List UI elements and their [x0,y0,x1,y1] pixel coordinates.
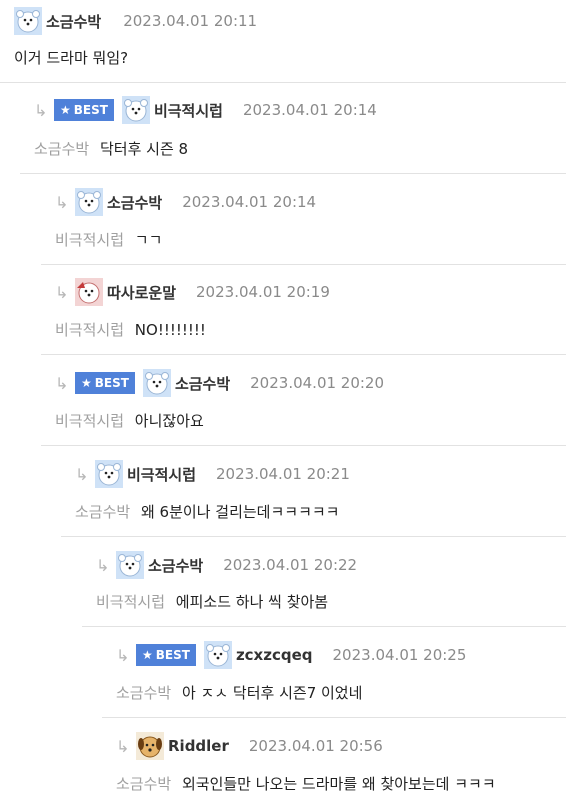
comment-header: ↳ ★ BEST 소금수박 2023.04.01 20:20 [55,368,384,398]
comment-body: 비극적시럽 에피소드 하나 씩 찾아봄 [96,591,328,612]
comment-body: 비극적시럽 아니잖아요 [55,410,204,431]
comment-header: ↳ Riddler 2023.04.01 20:56 [116,731,383,761]
avatar[interactable] [136,732,164,760]
comment-date: 2023.04.01 20:56 [248,737,383,755]
avatar[interactable] [95,460,123,488]
comment-text: 왜 6분이나 걸리는데ㅋㅋㅋㅋㅋ [140,503,340,521]
best-badge: ★ BEST [54,99,114,121]
comment-item: ↳ ★ BEST zcxzcqeq 2023.04.01 20:25 소금수박 아… [102,627,566,718]
comment-date: 2023.04.01 20:21 [216,465,350,483]
comment-text: 아니잖아요 [134,412,204,430]
reply-mention[interactable]: 비극적시럽 [55,321,124,339]
avatar[interactable] [143,369,171,397]
star-icon: ★ [142,648,153,662]
reply-arrow-icon: ↳ [34,100,48,120]
comment-body: 소금수박 왜 6분이나 걸리는데ㅋㅋㅋㅋㅋ [75,501,339,522]
comment-text: 닥터후 시즌 8 [99,140,189,158]
best-badge: ★ BEST [75,372,135,394]
reply-arrow-icon: ↳ [55,373,69,393]
comment-text: 외국인들만 나오는 드라마를 왜 찾아보는데 ㅋㅋㅋ [181,775,496,793]
reply-mention[interactable]: 비극적시럽 [55,231,124,249]
author-nickname[interactable]: 소금수박 [107,192,162,213]
author-nickname[interactable]: 비극적시럽 [127,464,196,485]
reply-arrow-icon: ↳ [75,464,89,484]
reply-mention[interactable]: 소금수박 [75,503,130,521]
comment-item: ↳ 따사로운말 2023.04.01 20:19 비극적시럽 NO!!!!!!!… [41,265,566,355]
comment-text: NO!!!!!!!! [134,321,206,339]
comment-header: ↳ 소금수박 2023.04.01 20:22 [96,550,357,580]
comment-item: ↳ 소금수박 2023.04.01 20:22 비극적시럽 에피소드 하나 씩 … [82,537,566,627]
star-icon: ★ [60,103,71,117]
avatar[interactable] [116,551,144,579]
comment-text: 에피소드 하나 씩 찾아봄 [175,593,329,611]
comment-header: ↳ 소금수박 2023.04.01 20:14 [55,187,316,217]
reply-arrow-icon: ↳ [116,645,130,665]
author-nickname[interactable]: zcxzcqeq [236,646,313,664]
comment-item: ↳ 소금수박 2023.04.01 20:14 비극적시럽 ㄱㄱ [41,174,566,265]
comment-date: 2023.04.01 20:11 [123,12,258,30]
avatar[interactable] [204,641,232,669]
avatar[interactable] [75,278,103,306]
star-icon: ★ [81,376,92,390]
comment-text: ㄱㄱ [134,231,163,249]
best-label: BEST [155,648,190,662]
comment-body: 소금수박 닥터후 시즌 8 [34,138,188,159]
comment-text: 이거 드라마 뭐임? [14,49,129,67]
comment-date: 2023.04.01 20:14 [242,101,377,119]
comment-date: 2023.04.01 20:19 [196,283,330,301]
reply-arrow-icon: ↳ [55,192,69,212]
comment-body: 비극적시럽 ㄱㄱ [55,229,162,250]
author-nickname[interactable]: 소금수박 [175,373,230,394]
reply-mention[interactable]: 비극적시럽 [55,412,124,430]
reply-mention[interactable]: 비극적시럽 [96,593,165,611]
comment-item: ↳ 비극적시럽 2023.04.01 20:21 소금수박 왜 6분이나 걸리는… [61,446,566,537]
reply-arrow-icon: ↳ [96,555,110,575]
comment-header: 소금수박 2023.04.01 20:11 [14,6,257,36]
author-nickname[interactable]: 비극적시럽 [154,100,223,121]
comment-item: ↳ Riddler 2023.04.01 20:56 소금수박 외국인들만 나오… [102,718,566,807]
comment-body: 소금수박 아 ㅈㅅ 닥터후 시즌7 이었네 [116,682,362,703]
comment-body: 비극적시럽 NO!!!!!!!! [55,319,206,340]
reply-arrow-icon: ↳ [116,736,130,756]
comment-date: 2023.04.01 20:14 [182,193,317,211]
comment-item: ↳ ★ BEST 소금수박 2023.04.01 20:20 비극적시럽 아니잖아… [41,355,566,446]
comment-date: 2023.04.01 20:25 [332,646,467,664]
best-label: BEST [73,103,108,117]
comment-body: 소금수박 외국인들만 나오는 드라마를 왜 찾아보는데 ㅋㅋㅋ [116,773,496,794]
author-nickname[interactable]: 소금수박 [46,11,101,32]
avatar[interactable] [14,7,42,35]
reply-mention[interactable]: 소금수박 [116,684,171,702]
avatar[interactable] [75,188,103,216]
comment-item: ↳ ★ BEST 비극적시럽 2023.04.01 20:14 소금수박 닥터후 … [20,83,566,174]
best-label: BEST [94,376,129,390]
author-nickname[interactable]: Riddler [168,737,229,755]
comment-header: ↳ ★ BEST 비극적시럽 2023.04.01 20:14 [34,95,377,125]
comment-item: 소금수박 2023.04.01 20:11 이거 드라마 뭐임? [0,0,566,83]
reply-mention[interactable]: 소금수박 [116,775,171,793]
author-nickname[interactable]: 따사로운말 [107,282,176,303]
author-nickname[interactable]: 소금수박 [148,555,203,576]
comment-text: 아 ㅈㅅ 닥터후 시즌7 이었네 [181,684,363,702]
comment-header: ↳ 비극적시럽 2023.04.01 20:21 [75,459,350,489]
avatar[interactable] [122,96,150,124]
comment-header: ↳ 따사로운말 2023.04.01 20:19 [55,277,330,307]
comment-header: ↳ ★ BEST zcxzcqeq 2023.04.01 20:25 [116,640,466,670]
comment-date: 2023.04.01 20:20 [250,374,385,392]
reply-mention[interactable]: 소금수박 [34,140,89,158]
best-badge: ★ BEST [136,644,196,666]
reply-arrow-icon: ↳ [55,282,69,302]
comment-body: 이거 드라마 뭐임? [14,47,128,68]
comment-date: 2023.04.01 20:22 [223,556,358,574]
